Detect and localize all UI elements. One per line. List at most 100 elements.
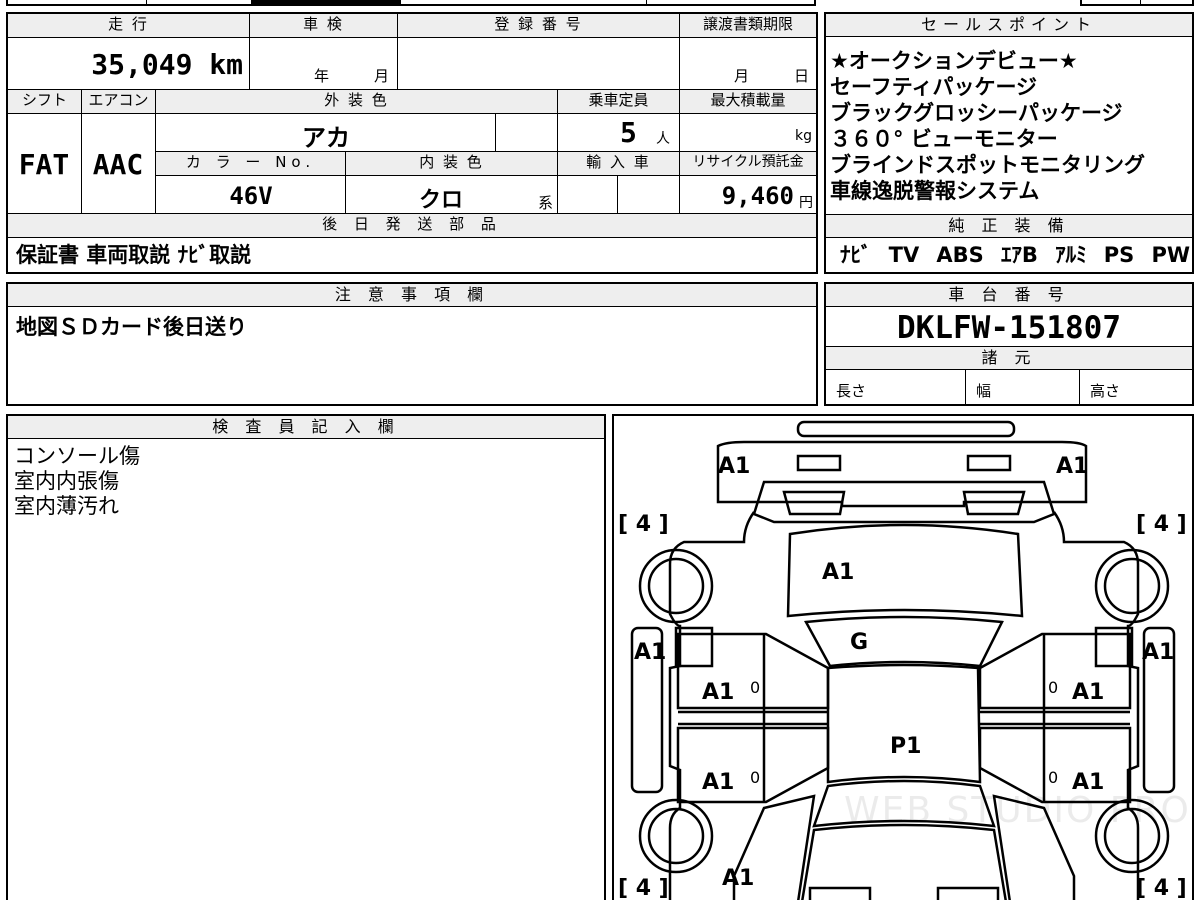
sales-points-panel: セールスポイント ★オークションデビュー★ セーフティパッケージ ブラックグロッ… [824,12,1194,274]
sales-point-item: ブラックグロッシーパッケージ [830,101,1123,125]
recycle-label: リサイクル預託金 [680,152,816,176]
exterior-color-value: アカ [302,124,350,152]
import-value-cell-a [558,176,618,214]
equipment-item: ABS [936,243,984,267]
vehicle-info-table: 走 行 車 検 登 録 番 号 譲渡書類期限 35,049 km 年 月 月 日… [6,12,818,274]
transfer-month-unit: 月 [734,67,750,85]
mark-front-left-corner: A1 [718,454,751,479]
exterior-color-value-cell: アカ [156,114,496,152]
car-diagram-panel: A1 A1 [ 4 ] [ 4 ] A1 G A1 A1 A1 0 A1 0 P… [612,414,1194,900]
diagram-marks: A1 A1 [ 4 ] [ 4 ] A1 G A1 A1 A1 0 A1 0 P… [614,416,1192,900]
recycle-unit: 円 [799,195,813,211]
equipment-item: ｴｱB [1000,243,1038,267]
color-no-label: カ ラ ー No. [156,152,346,176]
capacity-value-cell: 5 人 [558,114,680,152]
mark-front-right-corner: A1 [1056,454,1089,479]
notes-value: 地図ＳＤカード後日送り [16,315,247,339]
inspection-label: 車 検 [250,14,398,38]
recycle-value-cell: 9,460 円 [680,176,816,214]
mark-tire-fr: [ 4 ] [1136,512,1187,537]
shift-label: シフト [8,90,82,114]
notes-panel: 注 意 事 項 欄 地図ＳＤカード後日送り [6,282,818,406]
mark-roof: P1 [890,734,922,759]
transfer-day-unit: 日 [794,67,810,85]
sales-point-item: セーフティパッケージ [830,75,1038,99]
spec-height-label: 高さ [1090,382,1121,400]
mark-left-fender: A1 [634,640,667,665]
inspection-year-unit: 年 [314,67,330,85]
chassis-title: 車 台 番 号 [826,284,1192,307]
transfer-deadline-label: 譲渡書類期限 [680,14,816,38]
inspector-note-line: 室内内張傷 [14,469,119,493]
transfer-deadline-value-cell: 月 日 [680,38,816,90]
mark-door-zero-fl: 0 [750,678,761,697]
mark-windshield: G [850,630,869,655]
equipment-item: TV [888,243,920,267]
mark-tire-fl: [ 4 ] [618,512,669,537]
mark-front-left-door: A1 [702,680,735,705]
inspection-value-cell: 年 月 [250,38,398,90]
max-load-label: 最大積載量 [680,90,816,114]
capacity-value: 5 [620,116,637,149]
inspector-panel: 検 査 員 記 入 欄 コンソール傷 室内内張傷 室内薄汚れ [6,414,606,900]
mark-rear-left-quarter: A1 [722,866,755,891]
mark-tire-rr: [ 4 ] [1136,876,1187,900]
aircon-value: AAC [92,148,144,181]
interior-color-label: 内 装 色 [346,152,558,176]
capacity-unit: 人 [656,131,670,147]
shift-value: FAT [18,148,70,181]
chassis-number: DKLFW-151807 [897,310,1121,346]
sales-point-item: ３６０° ビューモニター [830,127,1058,151]
sales-points-title: セールスポイント [826,14,1192,37]
registration-value-cell [398,38,680,90]
color-no-value: 46V [229,182,273,210]
mileage-value: 35,049 km [91,48,243,81]
spec-length-label: 長さ [836,382,867,400]
exterior-color-label: 外 装 色 [156,90,558,114]
interior-color-value-cell: クロ 系 [346,176,558,214]
inspector-note-line: 室内薄汚れ [14,494,119,518]
aircon-value-cell: AAC [82,114,156,214]
inspection-month-unit: 月 [374,67,390,85]
chassis-panel: 車 台 番 号 DKLFW-151807 諸 元 長さ 幅 高さ [824,282,1194,406]
equipment-item: ｱﾙﾐ [1055,243,1087,267]
mark-right-fender: A1 [1142,640,1175,665]
later-shipment-value: 保証書 車両取説 ﾅﾋﾞ取説 [16,243,252,267]
mark-front-right-door: A1 [1072,680,1105,705]
max-load-unit: kg [795,128,812,144]
aircon-label: エアコン [82,90,156,114]
max-load-value-cell: kg [680,114,816,152]
import-label: 輸 入 車 [558,152,680,176]
genuine-equipment-title: 純 正 装 備 [826,214,1192,238]
spec-length-cell: 長さ [826,370,966,404]
mark-door-zero-fr: 0 [1048,678,1059,697]
inspector-note-line: コンソール傷 [14,444,140,468]
later-shipment-label: 後 日 発 送 部 品 [8,214,816,238]
sales-points-list: ★オークションデビュー★ セーフティパッケージ ブラックグロッシーパッケージ ３… [830,48,1192,212]
shift-value-cell: FAT [8,114,82,214]
mark-door-zero-rr: 0 [1048,768,1059,787]
spec-title: 諸 元 [826,346,1192,370]
inspector-notes: コンソール傷 室内内張傷 室内薄汚れ [14,444,140,519]
equipment-item: PS [1103,243,1135,267]
equipment-item: ﾅﾋﾞ [840,243,872,267]
interior-color-suffix: 系 [537,194,553,212]
color-no-value-cell: 46V [156,176,346,214]
mark-door-zero-rl: 0 [750,768,761,787]
registration-label: 登 録 番 号 [398,14,680,38]
inspector-title: 検 査 員 記 入 欄 [8,416,604,439]
sales-point-item: 車線逸脱警報システム [830,179,1040,203]
genuine-equipment-list: ﾅﾋﾞ TV ABS ｴｱB ｱﾙﾐ PS PW [840,242,1190,268]
mark-bonnet: A1 [822,560,855,585]
notes-title: 注 意 事 項 欄 [8,284,816,307]
import-value-cell-b [618,176,680,214]
sales-point-item: ★オークションデビュー★ [830,49,1078,73]
spec-width-cell: 幅 [966,370,1080,404]
capacity-label: 乗車定員 [558,90,680,114]
mark-tire-rl: [ 4 ] [618,876,669,900]
recycle-value: 9,460 [721,182,794,210]
sales-point-item: ブラインドスポットモニタリング [830,153,1145,177]
interior-color-value: クロ [418,188,463,213]
spec-width-label: 幅 [976,382,992,400]
watermark: WEB STUDIO PRO [844,790,1191,831]
